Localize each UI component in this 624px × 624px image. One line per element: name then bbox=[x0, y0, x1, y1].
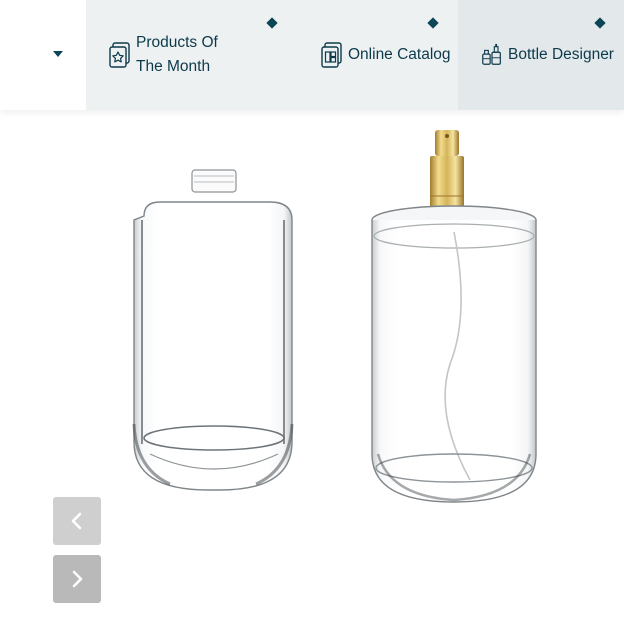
diamond-marker-icon bbox=[427, 17, 439, 29]
star-product-icon bbox=[108, 41, 132, 69]
bottle-designer-icon bbox=[480, 41, 504, 69]
chevron-right-icon bbox=[72, 570, 83, 588]
diamond-marker-icon bbox=[266, 17, 278, 29]
nav-item-label: Bottle Designer bbox=[508, 46, 614, 63]
previous-image-button[interactable] bbox=[53, 497, 101, 545]
top-navigation: Products Of The Month Online Catalog Bot… bbox=[0, 0, 624, 110]
nav-item-products-of-the-month[interactable]: Products Of The Month bbox=[86, 0, 290, 110]
rectangular-glass-perfume-bottle bbox=[132, 169, 294, 491]
nav-dropdown-area[interactable] bbox=[0, 0, 86, 110]
product-image bbox=[132, 130, 537, 503]
nav-item-label: Products Of The Month bbox=[136, 34, 218, 75]
nav-item-bottle-designer[interactable]: Bottle Designer bbox=[458, 0, 624, 110]
round-perfume-bottle-with-gold-spray-pump bbox=[371, 130, 537, 503]
next-image-button[interactable] bbox=[53, 555, 101, 603]
catalog-icon bbox=[320, 41, 344, 69]
nav-item-online-catalog[interactable]: Online Catalog bbox=[290, 0, 458, 110]
nav-item-label: Online Catalog bbox=[348, 46, 451, 63]
product-gallery bbox=[0, 110, 624, 624]
diamond-marker-icon bbox=[594, 17, 606, 29]
caret-down-icon[interactable] bbox=[53, 51, 63, 57]
chevron-left-icon bbox=[71, 512, 82, 530]
